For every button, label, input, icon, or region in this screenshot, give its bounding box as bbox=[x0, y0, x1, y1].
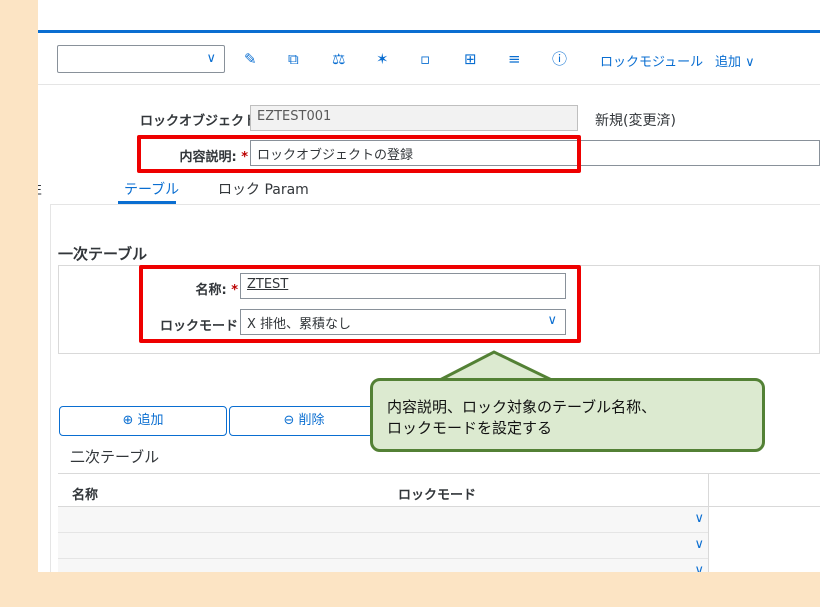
annotation-callout: 内容説明、ロック対象のテーブル名称、 ロックモードを設定する bbox=[370, 378, 765, 452]
status-text: 新規(変更済) bbox=[595, 113, 676, 129]
secondary-table-header: 名称 ロックモード bbox=[58, 473, 820, 507]
add-circle-icon: ⊕ bbox=[122, 413, 134, 428]
lock-object-label: ロックオブジェクト bbox=[140, 114, 258, 129]
add-button-label: 追加 bbox=[137, 413, 164, 428]
lock-object-field[interactable]: EZTEST001 bbox=[250, 105, 578, 131]
tab-tables[interactable]: テーブル bbox=[124, 179, 179, 199]
activate-icon[interactable]: ⧉ bbox=[288, 50, 299, 68]
tab-lock-param[interactable]: ロック Param bbox=[218, 179, 309, 199]
callout-line-1: 内容説明、ロック対象のテーブル名称、 bbox=[387, 398, 657, 416]
add-menu-button[interactable]: 追加 ∨ bbox=[715, 51, 755, 70]
tab-attributes[interactable]: 属性 bbox=[38, 179, 42, 199]
toolbar: ∨ ✎ ⧉ ⚖ ✶ ▫ ⊞ ≡ ⓘ ロックモジュール 追加 ∨ bbox=[38, 33, 820, 85]
table-row[interactable]: ∨ bbox=[58, 507, 708, 533]
column-divider bbox=[708, 473, 709, 572]
wizard-icon[interactable]: ✶ bbox=[376, 50, 389, 68]
add-menu-label: 追加 bbox=[715, 55, 742, 70]
remove-circle-icon: ⊖ bbox=[283, 413, 295, 428]
add-button[interactable]: ⊕ 追加 bbox=[59, 406, 227, 436]
app-window: ∨ ✎ ⧉ ⚖ ✶ ▫ ⊞ ≡ ⓘ ロックモジュール 追加 ∨ ロックオブジェク… bbox=[38, 0, 820, 572]
highlight-primary-table bbox=[139, 265, 581, 343]
delete-button[interactable]: ⊖ 削除 bbox=[229, 406, 379, 436]
object-select[interactable]: ∨ bbox=[57, 45, 225, 73]
hierarchy-icon[interactable]: ⊞ bbox=[464, 50, 477, 68]
callout-line-2: ロックモードを設定する bbox=[387, 419, 553, 437]
check-icon[interactable]: ⚖ bbox=[332, 50, 345, 68]
chevron-down-icon[interactable]: ∨ bbox=[206, 51, 216, 66]
column-header-name: 名称 bbox=[72, 488, 99, 503]
where-used-icon[interactable]: ▫ bbox=[420, 50, 430, 68]
chevron-down-icon[interactable]: ∨ bbox=[694, 563, 704, 572]
chevron-down-icon[interactable]: ∨ bbox=[694, 511, 704, 526]
table-row[interactable]: ∨ bbox=[58, 533, 708, 559]
column-header-lock-mode: ロックモード bbox=[398, 488, 477, 503]
secondary-table-title: 二次テーブル bbox=[70, 448, 160, 466]
primary-table-title: 一次テーブル bbox=[58, 245, 148, 263]
chevron-down-icon[interactable]: ∨ bbox=[694, 537, 704, 552]
chevron-down-icon: ∨ bbox=[745, 55, 755, 70]
table-row[interactable]: ∨ bbox=[58, 559, 708, 572]
edit-icon[interactable]: ✎ bbox=[244, 50, 257, 68]
tab-bar: 属性 テーブル ロック Param bbox=[38, 176, 820, 204]
lock-module-button[interactable]: ロックモジュール bbox=[600, 51, 703, 70]
delete-button-label: 削除 bbox=[298, 413, 325, 428]
stack-icon[interactable]: ≡ bbox=[508, 50, 521, 68]
info-icon[interactable]: ⓘ bbox=[552, 50, 567, 68]
highlight-description bbox=[137, 135, 581, 173]
